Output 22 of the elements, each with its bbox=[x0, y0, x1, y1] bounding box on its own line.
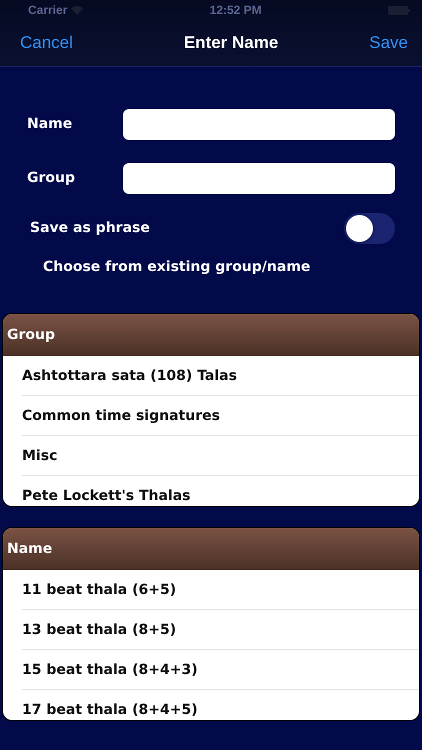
list-item[interactable]: 15 beat thala (8+4+3) bbox=[22, 650, 419, 690]
toggle-switch[interactable] bbox=[344, 212, 395, 244]
list-item[interactable]: Pete Lockett's Thalas bbox=[22, 476, 419, 506]
save-button[interactable]: Save bbox=[369, 33, 408, 53]
list-item[interactable]: 17 beat thala (8+4+5) bbox=[22, 690, 419, 720]
carrier-label: Carrier bbox=[28, 3, 68, 17]
cancel-button[interactable]: Cancel bbox=[20, 33, 73, 53]
list-item[interactable]: 11 beat thala (6+5) bbox=[22, 570, 419, 610]
field-label: Group bbox=[27, 170, 76, 186]
list-item[interactable]: Common time signatures bbox=[22, 396, 419, 436]
list-header: Name bbox=[7, 541, 52, 557]
list-item[interactable]: Misc bbox=[22, 436, 419, 476]
list-item[interactable]: 13 beat thala (8+5) bbox=[22, 610, 419, 650]
screen-title: Enter Name bbox=[184, 33, 278, 53]
list-item[interactable]: Ashtottara sata (108) Talas bbox=[22, 356, 419, 396]
input-field[interactable] bbox=[123, 162, 395, 194]
input-field[interactable] bbox=[123, 108, 395, 140]
clock-label: 12:52 PM bbox=[210, 3, 262, 17]
list-header: Group bbox=[7, 327, 56, 343]
toggle-label: Save as phrase bbox=[30, 220, 150, 236]
field-label: Name bbox=[27, 116, 72, 132]
hint-text: Choose from existing group/name bbox=[43, 259, 310, 275]
